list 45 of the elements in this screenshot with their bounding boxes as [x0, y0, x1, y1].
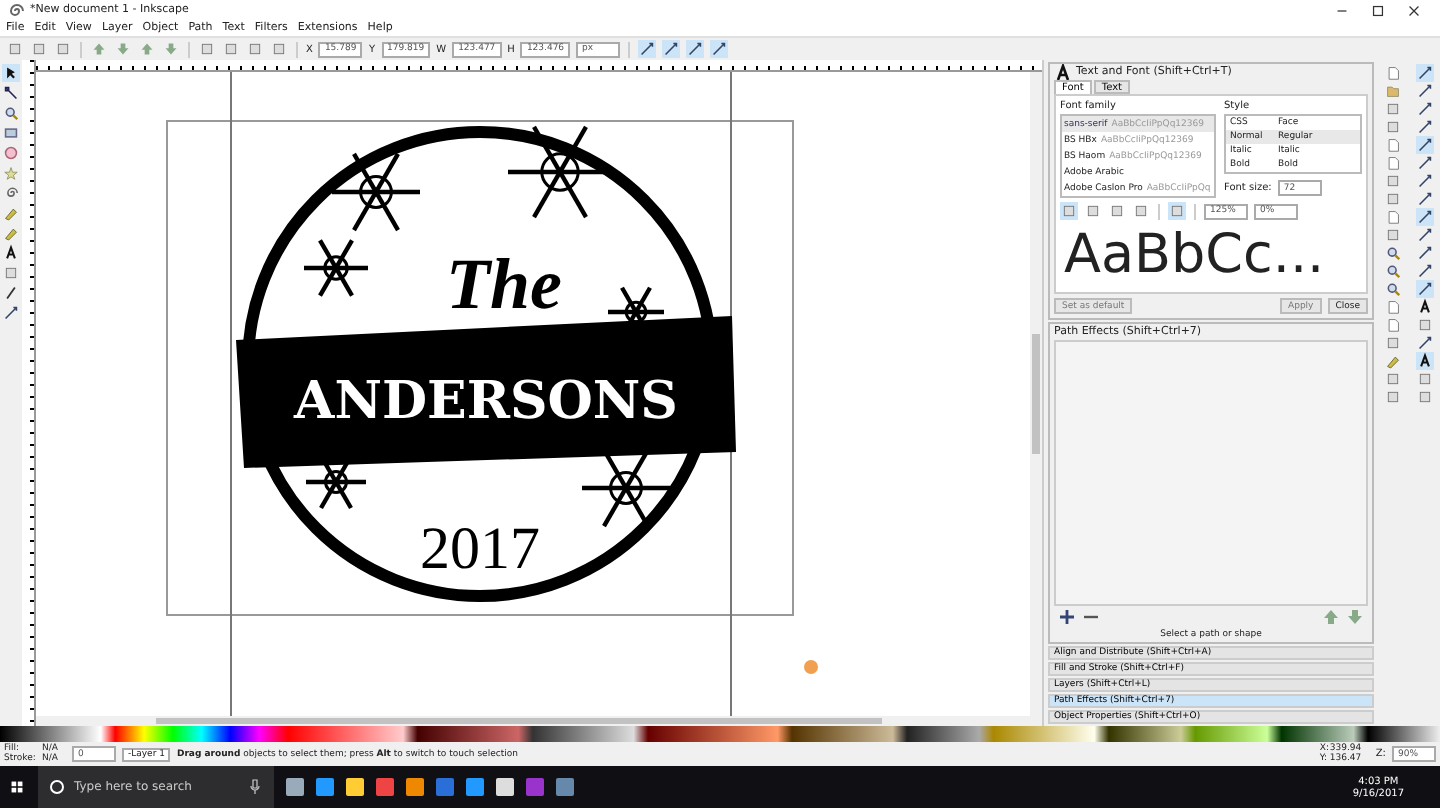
plus-icon — [1058, 608, 1076, 626]
rectangle-icon — [4, 124, 18, 142]
star-icon — [4, 164, 18, 182]
node-tool-icon — [4, 84, 18, 102]
circle-icon — [48, 778, 66, 796]
font-preview: AaBbCc... — [1062, 224, 1327, 288]
command-button[interactable] — [1415, 352, 1434, 370]
text-tool-icon — [1417, 298, 1432, 316]
year-text: 2017 — [420, 516, 540, 582]
command-button[interactable] — [1384, 280, 1403, 298]
drawing-canvas[interactable]: The ANDERSONS 2017 — [36, 72, 1030, 716]
tool-button[interactable] — [2, 104, 20, 122]
folder-icon — [1386, 82, 1401, 100]
pen-icon — [4, 224, 18, 242]
banner-text: ANDERSONS — [294, 372, 678, 432]
snowflake-drawing — [332, 152, 420, 232]
maximize-icon — [1370, 1, 1386, 19]
inkscape-logo-icon — [6, 1, 24, 19]
tool-button[interactable] — [2, 244, 20, 262]
command-button[interactable] — [1415, 298, 1434, 316]
down-arrow-icon — [1346, 608, 1364, 626]
close-button[interactable] — [1406, 2, 1422, 18]
up-arrow-icon — [1322, 608, 1340, 626]
color-palette[interactable] — [0, 726, 1440, 742]
tool-button[interactable] — [2, 84, 20, 102]
text-tool-icon — [1054, 63, 1072, 81]
text-tool-icon — [1417, 352, 1432, 370]
pencil-icon — [4, 204, 18, 222]
script-text: The — [446, 244, 562, 324]
command-button[interactable] — [1384, 262, 1403, 280]
zoom-icon — [4, 104, 18, 122]
microphone-icon — [246, 778, 264, 796]
text-tool-icon — [4, 244, 18, 262]
new-document-icon — [1386, 64, 1401, 82]
cursor-dot — [804, 660, 818, 674]
ellipse-icon — [4, 144, 18, 162]
selector-icon — [4, 64, 18, 82]
snowflake-drawing — [304, 239, 368, 297]
windows-icon — [10, 778, 24, 796]
tool-button[interactable] — [2, 64, 20, 82]
close-icon — [1406, 1, 1422, 19]
spiral-icon — [4, 184, 18, 202]
start-button[interactable] — [8, 778, 26, 796]
maximize-button[interactable] — [1370, 2, 1386, 18]
command-button[interactable] — [1384, 244, 1403, 262]
